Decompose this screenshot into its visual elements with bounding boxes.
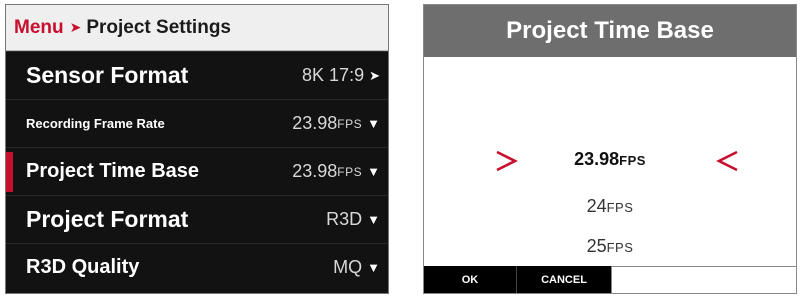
softkey-bar: OK CANCEL [424, 266, 796, 293]
menu-item-sensor-format[interactable]: Sensor Format 8K 17:9 ➤ [6, 51, 388, 99]
option-unit: FPS [606, 200, 634, 215]
menu-panel: Menu ➤ Project Settings Sensor Format 8K… [5, 4, 389, 294]
dialog-title: Project Time Base [424, 5, 796, 57]
breadcrumb: Menu ➤ Project Settings [6, 5, 388, 51]
chevron-right-icon: ➤ [369, 67, 380, 83]
option-value: 23.98 [574, 149, 620, 169]
menu-item-r3d-quality[interactable]: R3D Quality MQ ▼ [6, 243, 388, 291]
chevron-down-icon: ▼ [367, 164, 380, 179]
cancel-button[interactable]: CANCEL [516, 266, 611, 293]
chevron-down-icon: ▼ [367, 212, 380, 227]
breadcrumb-menu-link[interactable]: Menu [14, 17, 64, 39]
selection-indicator [6, 152, 13, 192]
breadcrumb-current: Project Settings [86, 16, 231, 38]
value-unit: FPS [337, 164, 363, 179]
menu-item-value: 23.98 FPS ▼ [292, 113, 380, 134]
option-value: 25 [586, 236, 607, 256]
settings-list: Sensor Format 8K 17:9 ➤ Recording Frame … [6, 51, 388, 291]
picker-option[interactable]: 24FPS [424, 196, 796, 217]
menu-item-value: 23.98 FPS ▼ [292, 161, 380, 182]
softkey-empty-area [611, 266, 796, 293]
option-unit: FPS [606, 240, 634, 255]
menu-item-label: Project Format [26, 206, 189, 232]
chevron-left-outline-icon[interactable] [716, 149, 740, 173]
menu-item-value: MQ ▼ [333, 257, 380, 278]
menu-item-value: R3D ▼ [326, 209, 380, 230]
menu-item-recording-frame-rate[interactable]: Recording Frame Rate 23.98 FPS ▼ [6, 99, 388, 147]
menu-item-label: R3D Quality [26, 256, 140, 278]
value-text: 8K 17:9 [302, 65, 365, 85]
picker-option[interactable]: 25FPS [424, 236, 796, 257]
option-value: 24 [586, 196, 607, 216]
value-unit: FPS [337, 116, 363, 131]
menu-item-project-time-base[interactable]: Project Time Base 23.98 FPS ▼ [6, 147, 388, 195]
value-text: MQ [333, 257, 363, 277]
option-unit: FPS [619, 153, 646, 168]
value-text: 23.98 [292, 161, 338, 181]
value-text: 23.98 [292, 113, 338, 133]
menu-item-label: Recording Frame Rate [26, 116, 165, 131]
chevron-right-icon: ➤ [69, 19, 82, 35]
menu-item-value: 8K 17:9 ➤ [302, 65, 380, 86]
value-picker[interactable]: 23.98FPS 24FPS 25FPS [424, 57, 796, 267]
menu-item-label: Sensor Format [26, 62, 189, 88]
menu-item-label: Project Time Base [26, 160, 200, 182]
time-base-dialog: Project Time Base 23.98FPS 24FPS 25FPS O… [423, 4, 797, 294]
picker-option-selected[interactable]: 23.98FPS [424, 149, 796, 170]
menu-item-project-format[interactable]: Project Format R3D ▼ [6, 195, 388, 243]
chevron-down-icon: ▼ [367, 260, 380, 275]
chevron-down-icon: ▼ [367, 116, 380, 131]
ok-button[interactable]: OK [424, 266, 516, 293]
value-text: R3D [326, 209, 363, 229]
